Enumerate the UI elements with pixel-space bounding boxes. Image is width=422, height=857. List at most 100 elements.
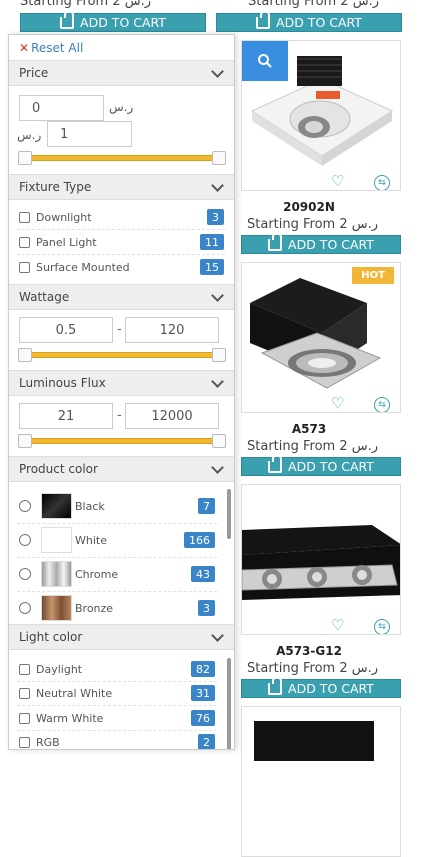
product-name[interactable]: A573 (241, 422, 377, 436)
row-divider (17, 229, 225, 230)
filter-panel: ✕ Reset All Price 0 ر.س ر.س 1 Fixture Typ… (8, 34, 235, 750)
light-option-daylight[interactable]: Daylight 82 (19, 658, 215, 680)
light-color-section-header[interactable]: Light color (9, 624, 234, 650)
product-image[interactable]: ♡ ⇆ (241, 484, 401, 635)
chevron-down-icon (211, 461, 224, 474)
compare-icon[interactable]: ⇆ (374, 619, 390, 634)
starting-price-text: Starting From 2 ر.س (247, 439, 379, 454)
slider-min-handle[interactable] (18, 348, 32, 362)
add-to-cart-label: ADD TO CART (276, 15, 362, 30)
checkbox[interactable] (19, 211, 30, 223)
count-badge: 43 (191, 566, 215, 582)
add-to-cart-label: ADD TO CART (80, 15, 166, 30)
radio-button[interactable] (19, 602, 31, 614)
price-max-input[interactable]: 1 (47, 121, 132, 147)
range-separator: - (117, 322, 122, 337)
compare-icon[interactable]: ⇆ (374, 397, 390, 412)
product-image[interactable]: ♡ ⇆ (241, 40, 401, 191)
cart-icon (60, 10, 75, 29)
wishlist-heart-icon[interactable]: ♡ (331, 616, 344, 634)
add-to-cart-label: ADD TO CART (288, 681, 374, 696)
add-to-cart-button[interactable]: ADD TO CART (241, 232, 401, 254)
wattage-section-header[interactable]: Wattage (9, 284, 234, 310)
close-icon: ✕ (19, 41, 30, 55)
wattage-range-slider[interactable] (18, 348, 226, 362)
option-label: Surface Mounted (36, 260, 130, 274)
color-option-white[interactable]: White 166 (19, 526, 215, 554)
reset-all-link[interactable]: ✕ Reset All (19, 41, 83, 55)
add-to-cart-button[interactable]: ADD TO CART (241, 454, 401, 476)
hot-badge: HOT (352, 267, 394, 284)
option-label: Bronze (75, 601, 114, 615)
row-divider (17, 557, 217, 558)
chevron-down-icon (211, 289, 224, 302)
cart-icon (268, 676, 283, 695)
add-to-cart-button[interactable]: ADD TO CART (20, 10, 206, 32)
scrollbar[interactable] (227, 658, 231, 749)
slider-max-handle[interactable] (212, 434, 226, 448)
product-photo-partial (254, 721, 374, 761)
option-label: Panel Light (36, 235, 97, 249)
section-title: Fixture Type (19, 180, 92, 194)
radio-button[interactable] (19, 500, 31, 512)
price-min-input[interactable]: 0 (19, 95, 104, 121)
quick-view-button[interactable] (242, 41, 288, 81)
starting-price-text: Starting From 2 ر.س (247, 661, 379, 676)
checkbox[interactable] (19, 712, 30, 724)
color-swatch (41, 527, 72, 553)
product-name[interactable]: A573-G12 (241, 644, 377, 658)
chevron-down-icon (211, 65, 224, 78)
light-option-neutral-white[interactable]: Neutral White 31 (19, 682, 215, 704)
slider-max-handle[interactable] (212, 348, 226, 362)
slider-min-handle[interactable] (18, 151, 32, 165)
light-option-warm-white[interactable]: Warm White 76 (19, 707, 215, 729)
filter-option-downlight[interactable]: Downlight 3 (19, 206, 224, 228)
checkbox[interactable] (19, 236, 30, 248)
wishlist-heart-icon[interactable]: ♡ (331, 394, 344, 412)
add-to-cart-button[interactable]: ADD TO CART (241, 676, 401, 698)
radio-button[interactable] (19, 534, 31, 546)
color-option-chrome[interactable]: Chrome 43 (19, 560, 215, 588)
product-color-section-header[interactable]: Product color (9, 456, 234, 482)
price-section-header[interactable]: Price (9, 60, 234, 86)
filter-option-surface-mounted[interactable]: Surface Mounted 15 (19, 256, 224, 278)
row-divider (17, 705, 217, 706)
color-option-black[interactable]: Black 7 (19, 492, 215, 520)
checkbox[interactable] (19, 261, 30, 273)
compare-icon[interactable]: ⇆ (374, 175, 390, 190)
slider-min-handle[interactable] (18, 434, 32, 448)
search-icon (258, 54, 272, 68)
slider-max-handle[interactable] (212, 151, 226, 165)
wattage-min-input[interactable]: 0.5 (19, 317, 113, 343)
luminous-flux-min-input[interactable]: 21 (19, 403, 113, 429)
option-label: Black (75, 499, 105, 513)
chevron-down-icon (211, 629, 224, 642)
product-image[interactable] (241, 706, 401, 857)
luminous-flux-range-slider[interactable] (18, 434, 226, 448)
row-divider (17, 591, 217, 592)
checkbox[interactable] (19, 687, 30, 699)
add-to-cart-button[interactable]: ADD TO CART (216, 10, 402, 32)
price-range-slider[interactable] (18, 151, 226, 165)
filter-option-panel-light[interactable]: Panel Light 11 (19, 231, 224, 253)
luminous-flux-max-input[interactable]: 12000 (125, 403, 219, 429)
row-divider (17, 523, 217, 524)
color-option-bronze[interactable]: Bronze 3 (19, 594, 215, 622)
option-label: Warm White (36, 711, 104, 725)
scrollbar[interactable] (227, 489, 231, 539)
fixture-type-section-header[interactable]: Fixture Type (9, 174, 234, 200)
product-name[interactable]: 20902N (241, 200, 377, 214)
wattage-max-input[interactable]: 120 (125, 317, 219, 343)
section-title: Luminous Flux (19, 376, 106, 390)
radio-button[interactable] (19, 568, 31, 580)
row-divider (17, 254, 225, 255)
checkbox[interactable] (19, 663, 30, 675)
checkbox[interactable] (19, 736, 30, 748)
count-badge: 82 (191, 661, 215, 677)
luminous-flux-section-header[interactable]: Luminous Flux (9, 370, 234, 396)
product-image[interactable]: HOT ♡ ⇆ (241, 262, 401, 413)
currency-label: ر.س (109, 100, 134, 114)
chevron-down-icon (211, 375, 224, 388)
wishlist-heart-icon[interactable]: ♡ (331, 172, 344, 190)
light-option-rgb[interactable]: RGB 2 (19, 731, 215, 749)
